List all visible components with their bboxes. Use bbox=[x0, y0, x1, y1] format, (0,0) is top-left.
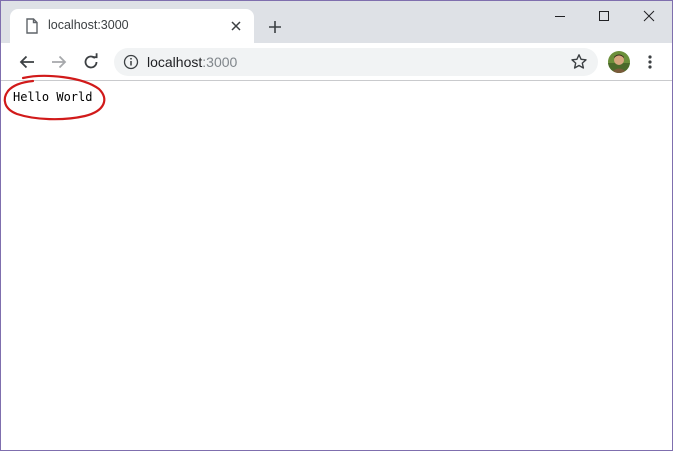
tab-close-icon[interactable] bbox=[228, 18, 244, 34]
title-bar: localhost:3000 bbox=[1, 1, 672, 43]
page-content: Hello World bbox=[1, 81, 672, 450]
reload-icon bbox=[84, 53, 98, 69]
url-host: localhost bbox=[147, 54, 203, 70]
url-port: :3000 bbox=[202, 54, 238, 70]
url-text[interactable]: localhost:3000 bbox=[147, 54, 237, 70]
star-icon[interactable] bbox=[570, 53, 588, 71]
browser-tab[interactable]: localhost:3000 bbox=[10, 9, 254, 43]
back-arrow-icon bbox=[19, 55, 34, 69]
new-tab-button[interactable] bbox=[265, 17, 285, 37]
maximize-button[interactable] bbox=[582, 5, 626, 27]
info-icon[interactable] bbox=[123, 54, 139, 70]
avatar[interactable] bbox=[608, 51, 630, 73]
close-icon bbox=[643, 10, 655, 22]
maximize-icon bbox=[599, 11, 609, 21]
minimize-icon bbox=[555, 16, 565, 17]
forward-arrow-icon bbox=[52, 55, 67, 69]
annotation-circle bbox=[3, 74, 106, 121]
address-bar[interactable]: localhost:3000 bbox=[114, 48, 598, 76]
browser-menu-button[interactable] bbox=[640, 51, 660, 73]
window-close-button[interactable] bbox=[627, 5, 671, 27]
plus-icon bbox=[269, 21, 281, 33]
tab-title: localhost:3000 bbox=[48, 18, 129, 32]
browser-window: localhost:3000 localhost:3000 Hello Worl… bbox=[0, 0, 673, 451]
document-icon bbox=[25, 18, 39, 34]
kebab-menu-icon bbox=[648, 55, 652, 69]
minimize-button[interactable] bbox=[538, 5, 582, 27]
